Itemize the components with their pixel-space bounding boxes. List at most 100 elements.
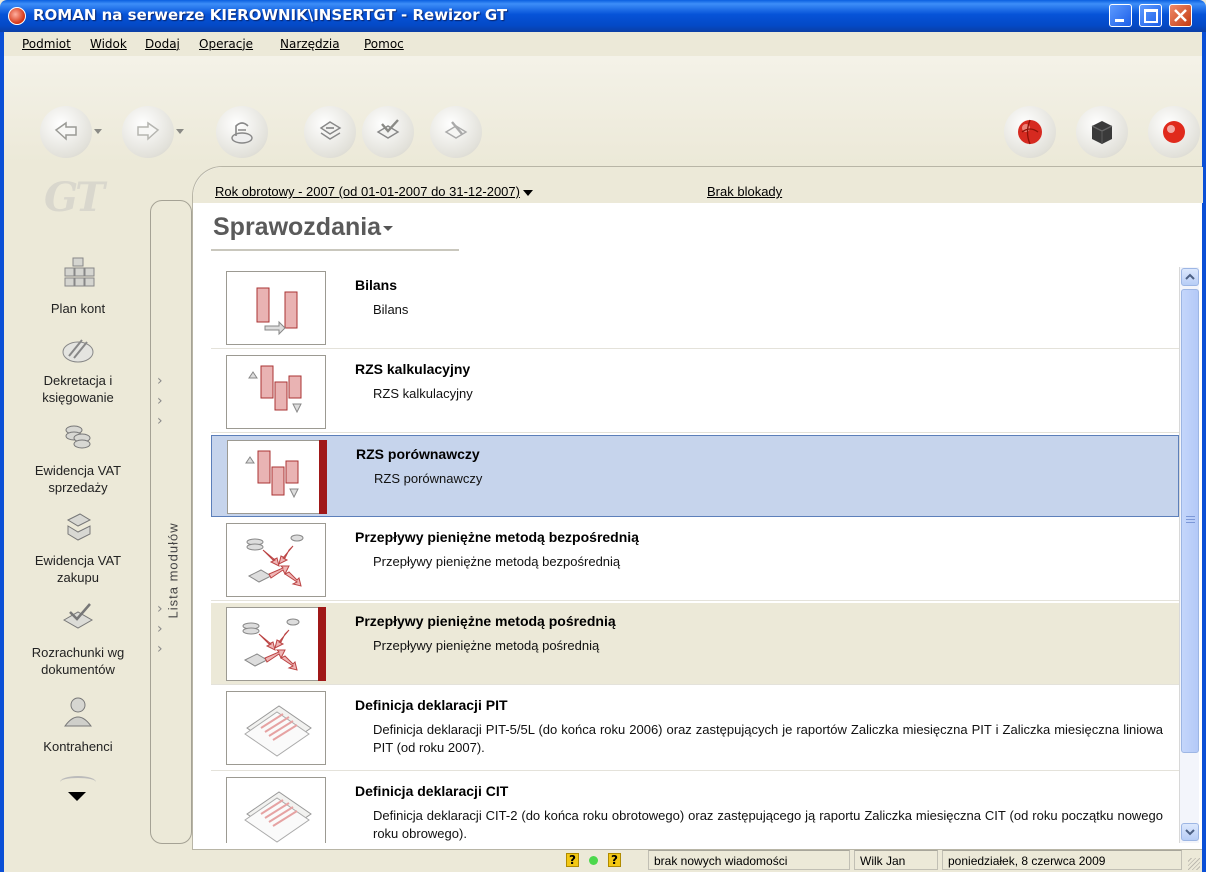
connection-status-icon: [589, 856, 598, 865]
plan-kont-icon: [64, 257, 95, 287]
report-title: RZS porównawczy: [356, 446, 480, 462]
status-bar: ? ? brak nowych wiadomości Wilk Jan poni…: [4, 850, 1202, 872]
report-title: Bilans: [355, 277, 398, 293]
chevron-right-icon: ›: [157, 393, 163, 409]
report-thumb: [226, 607, 326, 681]
report-thumb: [226, 523, 326, 597]
rozrachunki-icon: [62, 603, 94, 629]
reports-list: Bilans Bilans RZS kalkulacyjny RZS kalku…: [211, 267, 1179, 843]
report-description: Definicja deklaracji PIT-5/5L (do końca …: [373, 722, 1163, 755]
chevron-right-icon: ›: [157, 373, 163, 389]
nav-more-arc: [60, 776, 96, 788]
report-title: Definicja deklaracji PIT: [355, 697, 508, 713]
record-button[interactable]: [1148, 106, 1200, 158]
globe-button[interactable]: [1004, 106, 1056, 158]
chevron-right-icon: ›: [157, 413, 163, 429]
report-title: Przepływy pieniężne metodą pośrednią: [355, 613, 616, 629]
nav-item-dekretacja[interactable]: Dekretacja i księgowanie: [4, 332, 152, 414]
status-date: poniedziałek, 8 czerwca 2009: [942, 850, 1182, 870]
minimize-button[interactable]: [1109, 4, 1132, 27]
toolbar: [4, 56, 1202, 164]
nav-item-vat-sprzedazy[interactable]: Ewidencja VAT sprzedaży: [4, 420, 152, 504]
chevron-right-icon: ›: [157, 601, 163, 617]
resize-grip[interactable]: [1188, 858, 1200, 870]
list-item-selected[interactable]: RZS porównawczy RZS porównawczy: [211, 435, 1179, 517]
back-dropdown-icon[interactable]: [94, 129, 102, 134]
nav-more-arrow-icon[interactable]: [68, 792, 86, 801]
toolbar-button-6[interactable]: [430, 106, 482, 158]
scroll-down-button[interactable]: [1181, 823, 1199, 841]
menu-bar: Podmiot Widok Dodaj Operacje Narzędzia P…: [0, 32, 1206, 56]
help-icon[interactable]: ?: [566, 853, 579, 867]
chevron-down-icon: [1185, 829, 1195, 836]
report-thumb: [226, 691, 326, 765]
forward-arrow-icon: [137, 121, 160, 141]
nav-item-rozrachunki[interactable]: Rozrachunki wg dokumentów: [4, 600, 152, 684]
menu-pomoc[interactable]: Pomoc: [364, 37, 404, 51]
nav-label-plan-kont: Plan kont: [50, 301, 106, 316]
chevron-right-icon: ›: [157, 621, 163, 637]
menu-dodaj[interactable]: Dodaj: [145, 37, 180, 51]
lock-status-link[interactable]: Brak blokady: [707, 184, 782, 199]
toolbar-button-5[interactable]: [362, 106, 414, 158]
report-thumb: [226, 271, 326, 345]
nav-label-vat-zakupu-1: Ewidencja VAT: [34, 553, 122, 568]
module-list-strip[interactable]: › › › Lista modułów › › ›: [150, 200, 192, 844]
list-item[interactable]: Definicja deklaracji CIT Definicja dekla…: [211, 773, 1179, 843]
menu-operacje[interactable]: Operacje: [199, 37, 253, 51]
gt-logo: GT: [44, 174, 105, 221]
bilans-icon: [256, 287, 298, 336]
kontrahenci-icon: [64, 697, 92, 727]
maximize-button[interactable]: [1139, 4, 1162, 27]
check-documents-icon: [376, 119, 400, 139]
report-title: Definicja deklaracji CIT: [355, 783, 509, 799]
chevron-right-icon: ›: [157, 641, 163, 657]
page-title-menu[interactable]: Sprawozdania: [213, 213, 394, 242]
chevron-up-icon: [1185, 273, 1195, 280]
chevron-down-icon: [383, 225, 394, 231]
nav-label-vat-sprzedazy-2: sprzedaży: [48, 480, 108, 495]
help-icon[interactable]: ?: [608, 853, 621, 867]
vertical-scrollbar[interactable]: [1179, 267, 1199, 843]
report-title: RZS kalkulacyjny: [355, 361, 471, 377]
menu-narzedzia[interactable]: Narzędzia: [280, 37, 340, 51]
box-button[interactable]: [1076, 106, 1128, 158]
window-title: ROMAN na serwerze KIEROWNIK\INSERTGT - R…: [33, 6, 508, 24]
title-bar: ROMAN na serwerze KIEROWNIK\INSERTGT - R…: [0, 0, 1206, 32]
menu-podmiot[interactable]: Podmiot: [22, 37, 71, 51]
toolbar-button-4[interactable]: [304, 106, 356, 158]
close-button[interactable]: [1169, 4, 1192, 27]
list-item[interactable]: RZS kalkulacyjny RZS kalkulacyjny: [211, 351, 1179, 433]
close-icon: [1174, 9, 1187, 22]
scroll-grip: [1186, 516, 1195, 517]
rzs-icon: [248, 365, 302, 414]
vat-zakup-icon: [66, 513, 92, 541]
list-item[interactable]: Przepływy pieniężne metodą bezpośrednią …: [211, 519, 1179, 601]
module-list-label: Lista modułów: [165, 522, 181, 619]
nav-item-kontrahenci[interactable]: Kontrahenci: [4, 694, 152, 758]
scroll-up-button[interactable]: [1181, 268, 1199, 286]
nav-item-vat-zakupu[interactable]: Ewidencja VAT zakupu: [4, 510, 152, 594]
report-thumb: [226, 355, 326, 429]
toolbar-button-3[interactable]: [216, 106, 268, 158]
scroll-thumb[interactable]: [1181, 289, 1199, 753]
forward-dropdown-icon[interactable]: [176, 129, 184, 134]
fiscal-year-selector[interactable]: Rok obrotowy - 2007 (od 01-01-2007 do 31…: [215, 184, 533, 199]
globe-icon: [1018, 119, 1042, 145]
forward-button[interactable]: [122, 106, 174, 158]
nav-item-plan-kont[interactable]: Plan kont: [4, 256, 152, 326]
cashflow-icon: [246, 534, 304, 587]
main-panel: Rok obrotowy - 2007 (od 01-01-2007 do 31…: [192, 166, 1203, 850]
nav-label-dekretacja-1: Dekretacja i: [43, 373, 113, 388]
menu-widok[interactable]: Widok: [90, 37, 127, 51]
back-button[interactable]: [40, 106, 92, 158]
header-bar: Rok obrotowy - 2007 (od 01-01-2007 do 31…: [193, 167, 1203, 203]
nav-label-vat-zakupu-2: zakupu: [57, 570, 99, 585]
list-item[interactable]: Bilans Bilans: [211, 267, 1179, 349]
list-item[interactable]: Przepływy pieniężne metodą pośrednią Prz…: [211, 603, 1179, 685]
cashflow-icon: [242, 618, 300, 671]
list-item[interactable]: Definicja deklaracji PIT Definicja dekla…: [211, 687, 1179, 771]
report-description: Definicja deklaracji CIT-2 (do końca rok…: [373, 808, 1163, 841]
title-underline: [211, 249, 459, 251]
status-messages[interactable]: brak nowych wiadomości: [648, 850, 850, 870]
